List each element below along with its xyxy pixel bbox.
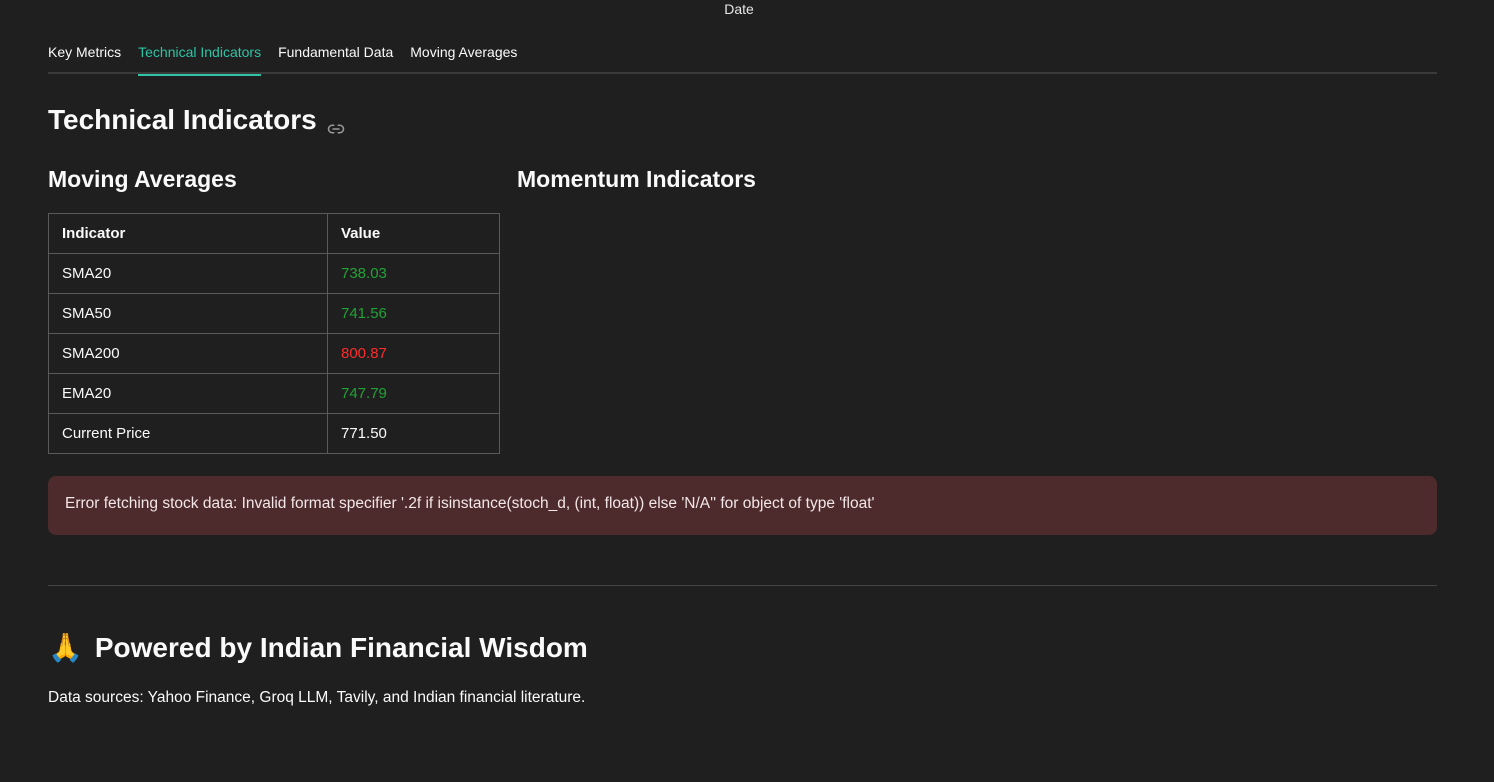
table-row: SMA50 741.56 xyxy=(48,293,500,334)
data-sources-text: Data sources: Yahoo Finance, Groq LLM, T… xyxy=(48,689,586,706)
indicator-value: 771.50 xyxy=(327,413,500,454)
indicator-name: SMA200 xyxy=(48,333,328,374)
tab-key-metrics[interactable]: Key Metrics xyxy=(48,38,121,74)
page-title: Technical Indicators xyxy=(48,104,317,135)
table-header-row: Indicator Value xyxy=(48,213,500,254)
tab-technical-indicators[interactable]: Technical Indicators xyxy=(138,38,262,76)
section-heading: Technical Indicators xyxy=(48,104,345,136)
indicator-value: 800.87 xyxy=(327,333,500,374)
indicator-name: SMA20 xyxy=(48,253,328,294)
table-row: SMA20 738.03 xyxy=(48,253,500,294)
indicator-name: EMA20 xyxy=(48,373,328,414)
tab-bar: Key Metrics Technical Indicators Fundame… xyxy=(48,38,1437,76)
table-row: Current Price 771.50 xyxy=(48,413,500,454)
chart-x-axis-label: Date xyxy=(724,1,754,17)
footer-heading: 🙏 Powered by Indian Financial Wisdom xyxy=(48,632,588,664)
momentum-indicators-heading: Momentum Indicators xyxy=(517,166,756,192)
moving-averages-heading: Moving Averages xyxy=(48,166,237,192)
tab-fundamental-data[interactable]: Fundamental Data xyxy=(278,38,393,74)
indicator-value: 747.79 xyxy=(327,373,500,414)
page: Date Key Metrics Technical Indicators Fu… xyxy=(0,0,1494,782)
moving-averages-table: Indicator Value SMA20 738.03 SMA50 741.5… xyxy=(48,213,500,454)
divider xyxy=(48,585,1437,586)
indicator-name: Current Price xyxy=(48,413,328,454)
error-message: Error fetching stock data: Invalid forma… xyxy=(65,495,875,512)
table-header-value: Value xyxy=(327,213,500,254)
tab-moving-averages[interactable]: Moving Averages xyxy=(410,38,517,74)
indicator-name: SMA50 xyxy=(48,293,328,334)
folded-hands-icon: 🙏 xyxy=(48,632,83,663)
table-row: SMA200 800.87 xyxy=(48,333,500,374)
table-row: EMA20 747.79 xyxy=(48,373,500,414)
indicator-value: 741.56 xyxy=(327,293,500,334)
footer-title: Powered by Indian Financial Wisdom xyxy=(94,632,588,663)
error-alert: Error fetching stock data: Invalid forma… xyxy=(48,476,1437,535)
indicator-value: 738.03 xyxy=(327,253,500,294)
table-header-indicator: Indicator xyxy=(48,213,328,254)
link-icon[interactable] xyxy=(327,113,345,134)
